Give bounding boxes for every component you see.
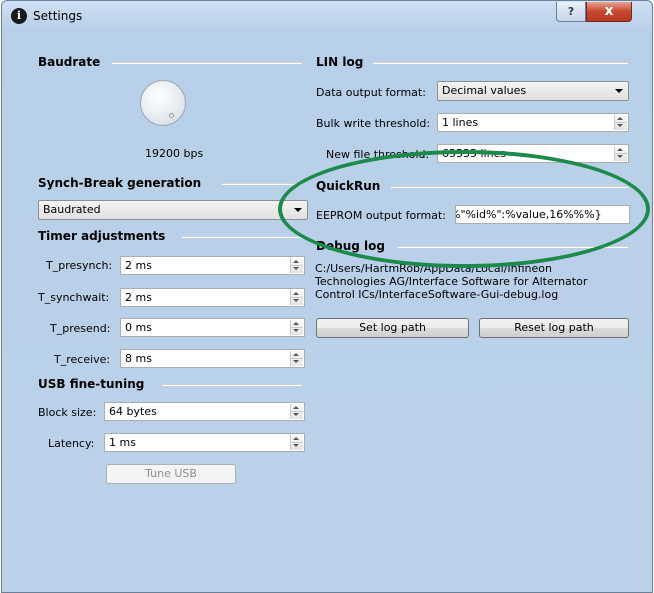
synch-break-mode-value: Baudrated [43,203,101,216]
latency-label: Latency: [48,437,95,450]
output-format-value: Decimal values [442,84,527,97]
t-presynch-spinbox[interactable]: 2 ms [120,256,305,275]
t-receive-label: T_receive: [54,353,111,366]
dial-indicator-icon [169,113,174,118]
usb-group-title: USB fine-tuning [38,377,145,391]
synch-break-mode-select[interactable]: Baudrated [38,200,308,220]
latency-spinbox[interactable]: 1 ms [104,433,305,452]
new-file-threshold-value: 65535 lines [442,147,507,160]
eeprom-format-value: %"%id%":%value,16%%%} [455,208,602,221]
t-presynch-value: 2 ms [125,259,152,272]
bulk-threshold-spinbox[interactable]: 1 lines [437,113,629,132]
baudrate-value: 19200 bps [145,147,204,160]
output-format-select[interactable]: Decimal values [437,81,629,101]
chevron-down-icon [294,208,302,212]
close-button[interactable]: x [586,2,632,22]
bulk-threshold-label: Bulk write threshold: [316,117,431,130]
t-synchwait-label: T_synchwait: [38,291,110,304]
eeprom-format-input[interactable]: %"%id%":%value,16%%%} [455,205,630,224]
t-presend-label: T_presend: [50,322,111,335]
t-synchwait-value: 2 ms [125,291,152,304]
spin-arrows-icon[interactable] [290,351,303,366]
tune-usb-button[interactable]: Tune USB [106,464,236,484]
synch-break-divider [222,183,302,185]
spin-arrows-icon[interactable] [290,258,303,273]
spin-arrows-icon[interactable] [614,146,627,161]
output-format-label: Data output format: [316,86,426,99]
block-size-value: 64 bytes [109,405,157,418]
t-receive-spinbox[interactable]: 8 ms [120,349,305,368]
synch-break-group-title: Synch-Break generation [38,176,202,190]
eeprom-format-label: EEPROM output format: [316,209,447,222]
info-icon: i [11,8,27,24]
bulk-threshold-value: 1 lines [442,116,479,129]
debug-log-path: C:/Users/HartmRob/AppData/Local/Infineon… [315,262,588,301]
block-size-label: Block size: [38,406,97,419]
timer-divider [182,236,302,238]
new-file-threshold-spinbox[interactable]: 65535 lines [437,144,629,163]
help-button[interactable]: ? [556,2,586,22]
new-file-threshold-label: New file threshold: [326,148,430,161]
debug-log-divider [398,246,628,248]
t-presynch-label: T_presynch: [46,259,113,272]
lin-log-divider [373,62,628,64]
spin-arrows-icon[interactable] [290,435,303,450]
t-receive-value: 8 ms [125,352,152,365]
title-bar[interactable]: i Settings ? x [2,1,652,31]
set-log-path-button[interactable]: Set log path [316,318,469,338]
lin-log-group-title: LIN log [316,55,364,69]
baudrate-divider [112,62,302,64]
quickrun-divider [391,186,628,188]
block-size-spinbox[interactable]: 64 bytes [104,402,305,421]
chevron-down-icon [615,89,623,93]
latency-value: 1 ms [109,436,136,449]
spin-arrows-icon[interactable] [290,320,303,335]
debug-log-group-title: Debug log [316,239,385,253]
baudrate-group-title: Baudrate [38,55,101,69]
spin-arrows-icon[interactable] [290,404,303,419]
baudrate-dial[interactable] [140,80,186,126]
t-presend-spinbox[interactable]: 0 ms [120,318,305,337]
usb-divider [163,384,302,386]
spin-arrows-icon[interactable] [290,290,303,305]
t-synchwait-spinbox[interactable]: 2 ms [120,288,305,307]
t-presend-value: 0 ms [125,321,152,334]
timer-group-title: Timer adjustments [38,229,166,243]
window-title: Settings [33,9,83,23]
reset-log-path-button[interactable]: Reset log path [479,318,629,338]
quickrun-group-title: QuickRun [316,179,381,193]
spin-arrows-icon[interactable] [614,115,627,130]
